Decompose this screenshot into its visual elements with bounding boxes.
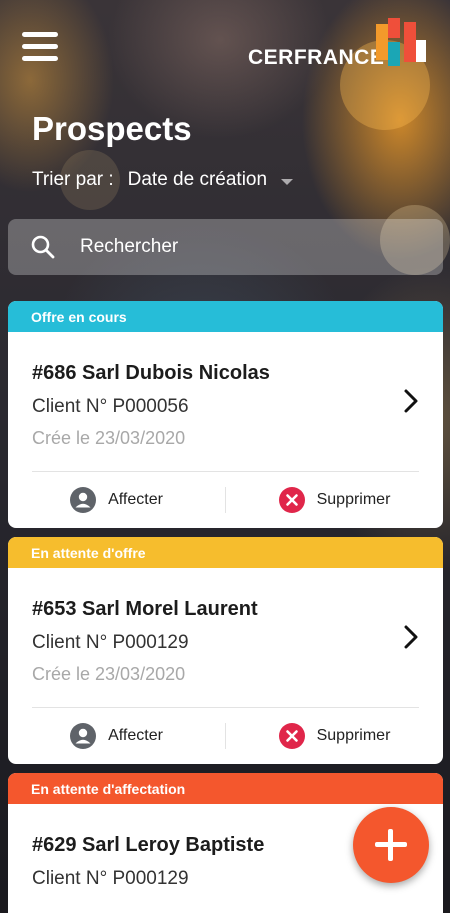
status-badge: En attente d'affectation <box>8 773 443 804</box>
status-badge: En attente d'offre <box>8 537 443 568</box>
sort-dropdown[interactable]: Date de création <box>128 169 267 191</box>
prospect-card: Offre en cours #686 Sarl Dubois Nicolas … <box>8 301 443 528</box>
user-icon <box>70 487 97 513</box>
divider <box>32 707 419 708</box>
assign-button[interactable]: Affecter <box>8 487 225 513</box>
prospect-details[interactable]: #653 Sarl Morel Laurent Client N° P00012… <box>8 568 443 708</box>
add-prospect-button[interactable] <box>353 807 429 883</box>
user-icon <box>70 723 97 749</box>
prospect-title: #629 Sarl Leroy Baptiste <box>32 834 265 856</box>
prospect-title: #686 Sarl Dubois Nicolas <box>32 362 270 384</box>
divider <box>32 471 419 472</box>
delete-x-icon <box>278 723 305 749</box>
delete-button[interactable]: Supprimer <box>226 723 443 749</box>
client-number: Client N° P000056 <box>32 396 189 417</box>
client-number: Client N° P000129 <box>32 632 189 653</box>
card-actions: Affecter Supprimer <box>8 472 443 528</box>
page-title: Prospects <box>32 110 192 147</box>
delete-label: Supprimer <box>316 491 391 508</box>
client-number: Client N° P000129 <box>32 868 189 889</box>
sort-control: Trier par : Date de création <box>32 169 294 191</box>
creation-date: Crée le 23/03/2020 <box>32 664 186 684</box>
chevron-right-icon[interactable] <box>403 624 419 650</box>
assign-label: Affecter <box>108 727 163 744</box>
assign-button[interactable]: Affecter <box>8 723 225 749</box>
search-icon <box>31 235 55 259</box>
creation-date: Crée le 23/03/2020 <box>32 428 186 448</box>
cerfrance-logo: CERFRANCE <box>248 18 428 69</box>
logo-text: CERFRANCE <box>248 46 385 69</box>
assign-label: Affecter <box>108 491 163 508</box>
search-placeholder: Rechercher <box>80 236 179 257</box>
hamburger-menu-icon[interactable] <box>22 32 58 62</box>
logo-mark-icon <box>376 18 426 66</box>
status-badge: Offre en cours <box>8 301 443 332</box>
delete-button[interactable]: Supprimer <box>226 487 443 513</box>
chevron-right-icon[interactable] <box>403 388 419 414</box>
delete-label: Supprimer <box>316 727 391 744</box>
card-actions: Affecter Supprimer <box>8 708 443 764</box>
sort-label: Trier par : <box>32 169 114 190</box>
search-input[interactable]: Rechercher <box>8 219 443 275</box>
dropdown-caret-icon[interactable] <box>281 178 294 185</box>
delete-x-icon <box>278 487 305 513</box>
prospect-title: #653 Sarl Morel Laurent <box>32 598 258 620</box>
prospect-card: En attente d'offre #653 Sarl Morel Laure… <box>8 537 443 764</box>
prospect-details[interactable]: #686 Sarl Dubois Nicolas Client N° P0000… <box>8 332 443 472</box>
